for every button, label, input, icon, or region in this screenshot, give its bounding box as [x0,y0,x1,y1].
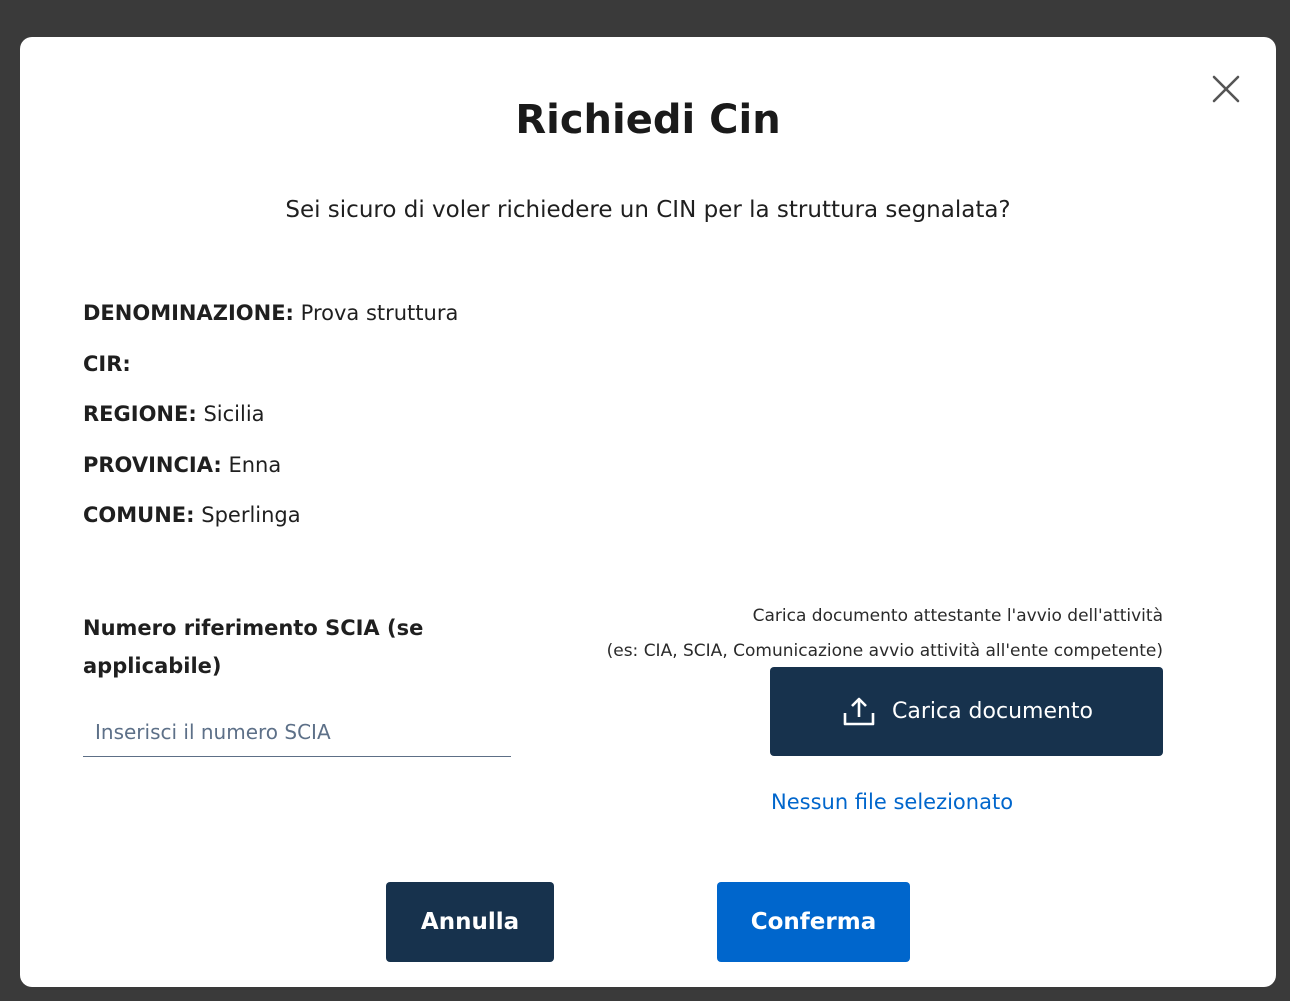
detail-key: CIR: [83,351,131,376]
detail-regione: REGIONE: Sicilia [83,396,683,447]
upload-icon [843,697,875,725]
detail-cir: CIR: [83,346,683,397]
scia-number-input[interactable] [83,707,511,757]
scia-number-label: Numero riferimento SCIA (se applicabile) [83,616,424,678]
detail-key: REGIONE: [83,402,197,426]
confirmation-question: Sei sicuro di voler richiedere un CIN pe… [285,197,1011,223]
confirm-button[interactable]: Conferma [717,882,910,962]
detail-denominazione: DENOMINAZIONE: Prova struttura [83,295,683,346]
detail-comune: COMUNE: Sperlinga [83,497,683,548]
detail-key: DENOMINAZIONE: [83,301,294,325]
upload-document-button[interactable]: Carica documento [770,667,1163,756]
upload-instructions-line2: (es: CIA, SCIA, Comunicazione avvio atti… [606,641,1163,661]
detail-value: Sicilia [203,402,265,426]
upload-document-label: Carica documento [891,699,1094,724]
request-cin-modal: Richiedi Cin Sei sicuro di voler richied… [20,37,1276,987]
detail-value: Sperlinga [201,503,301,527]
detail-key: COMUNE: [83,503,195,527]
upload-instructions: Carica documento attestante l'avvio dell… [463,599,1163,669]
modal-title: Richiedi Cin [515,97,781,143]
detail-value: Enna [228,452,282,477]
detail-provincia: PROVINCIA: Enna [83,447,683,498]
detail-key: PROVINCIA: [83,452,222,477]
cancel-button[interactable]: Annulla [386,882,554,962]
structure-details: DENOMINAZIONE: Prova struttura CIR: REGI… [83,295,683,548]
selected-file-status: Nessun file selezionato [771,790,1014,814]
detail-value: Prova struttura [300,301,459,325]
upload-instructions-line1: Carica documento attestante l'avvio dell… [752,606,1163,626]
